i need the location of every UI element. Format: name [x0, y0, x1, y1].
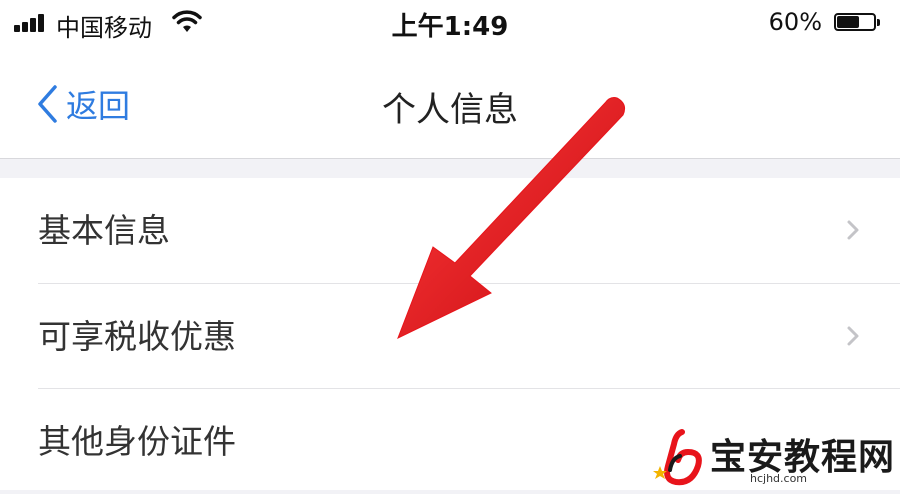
- watermark-logo-icon: [653, 429, 702, 486]
- list-item-basic-info[interactable]: 基本信息: [0, 178, 900, 283]
- chevron-right-icon: [847, 326, 859, 346]
- navigation-bar: 返回 个人信息: [0, 48, 900, 159]
- battery-level-fill: [837, 16, 859, 28]
- list-item-label: 其他身份证件: [38, 422, 236, 461]
- battery-percent: 60%: [768, 8, 822, 36]
- battery-icon: [834, 13, 882, 33]
- chevron-right-icon: [847, 220, 859, 240]
- status-time: 上午1:49: [391, 12, 509, 42]
- status-bar: 中国移动 上午1:49 60%: [0, 0, 900, 48]
- list-item-label: 可享税收优惠: [38, 317, 236, 356]
- watermark-url: hcjhd.com: [750, 472, 808, 485]
- list-item-tax-benefits[interactable]: 可享税收优惠: [0, 284, 900, 389]
- list-item-label: 基本信息: [38, 211, 170, 250]
- page-title: 个人信息: [382, 90, 518, 130]
- watermark: 宝安教程网 hcjhd.com: [650, 424, 900, 490]
